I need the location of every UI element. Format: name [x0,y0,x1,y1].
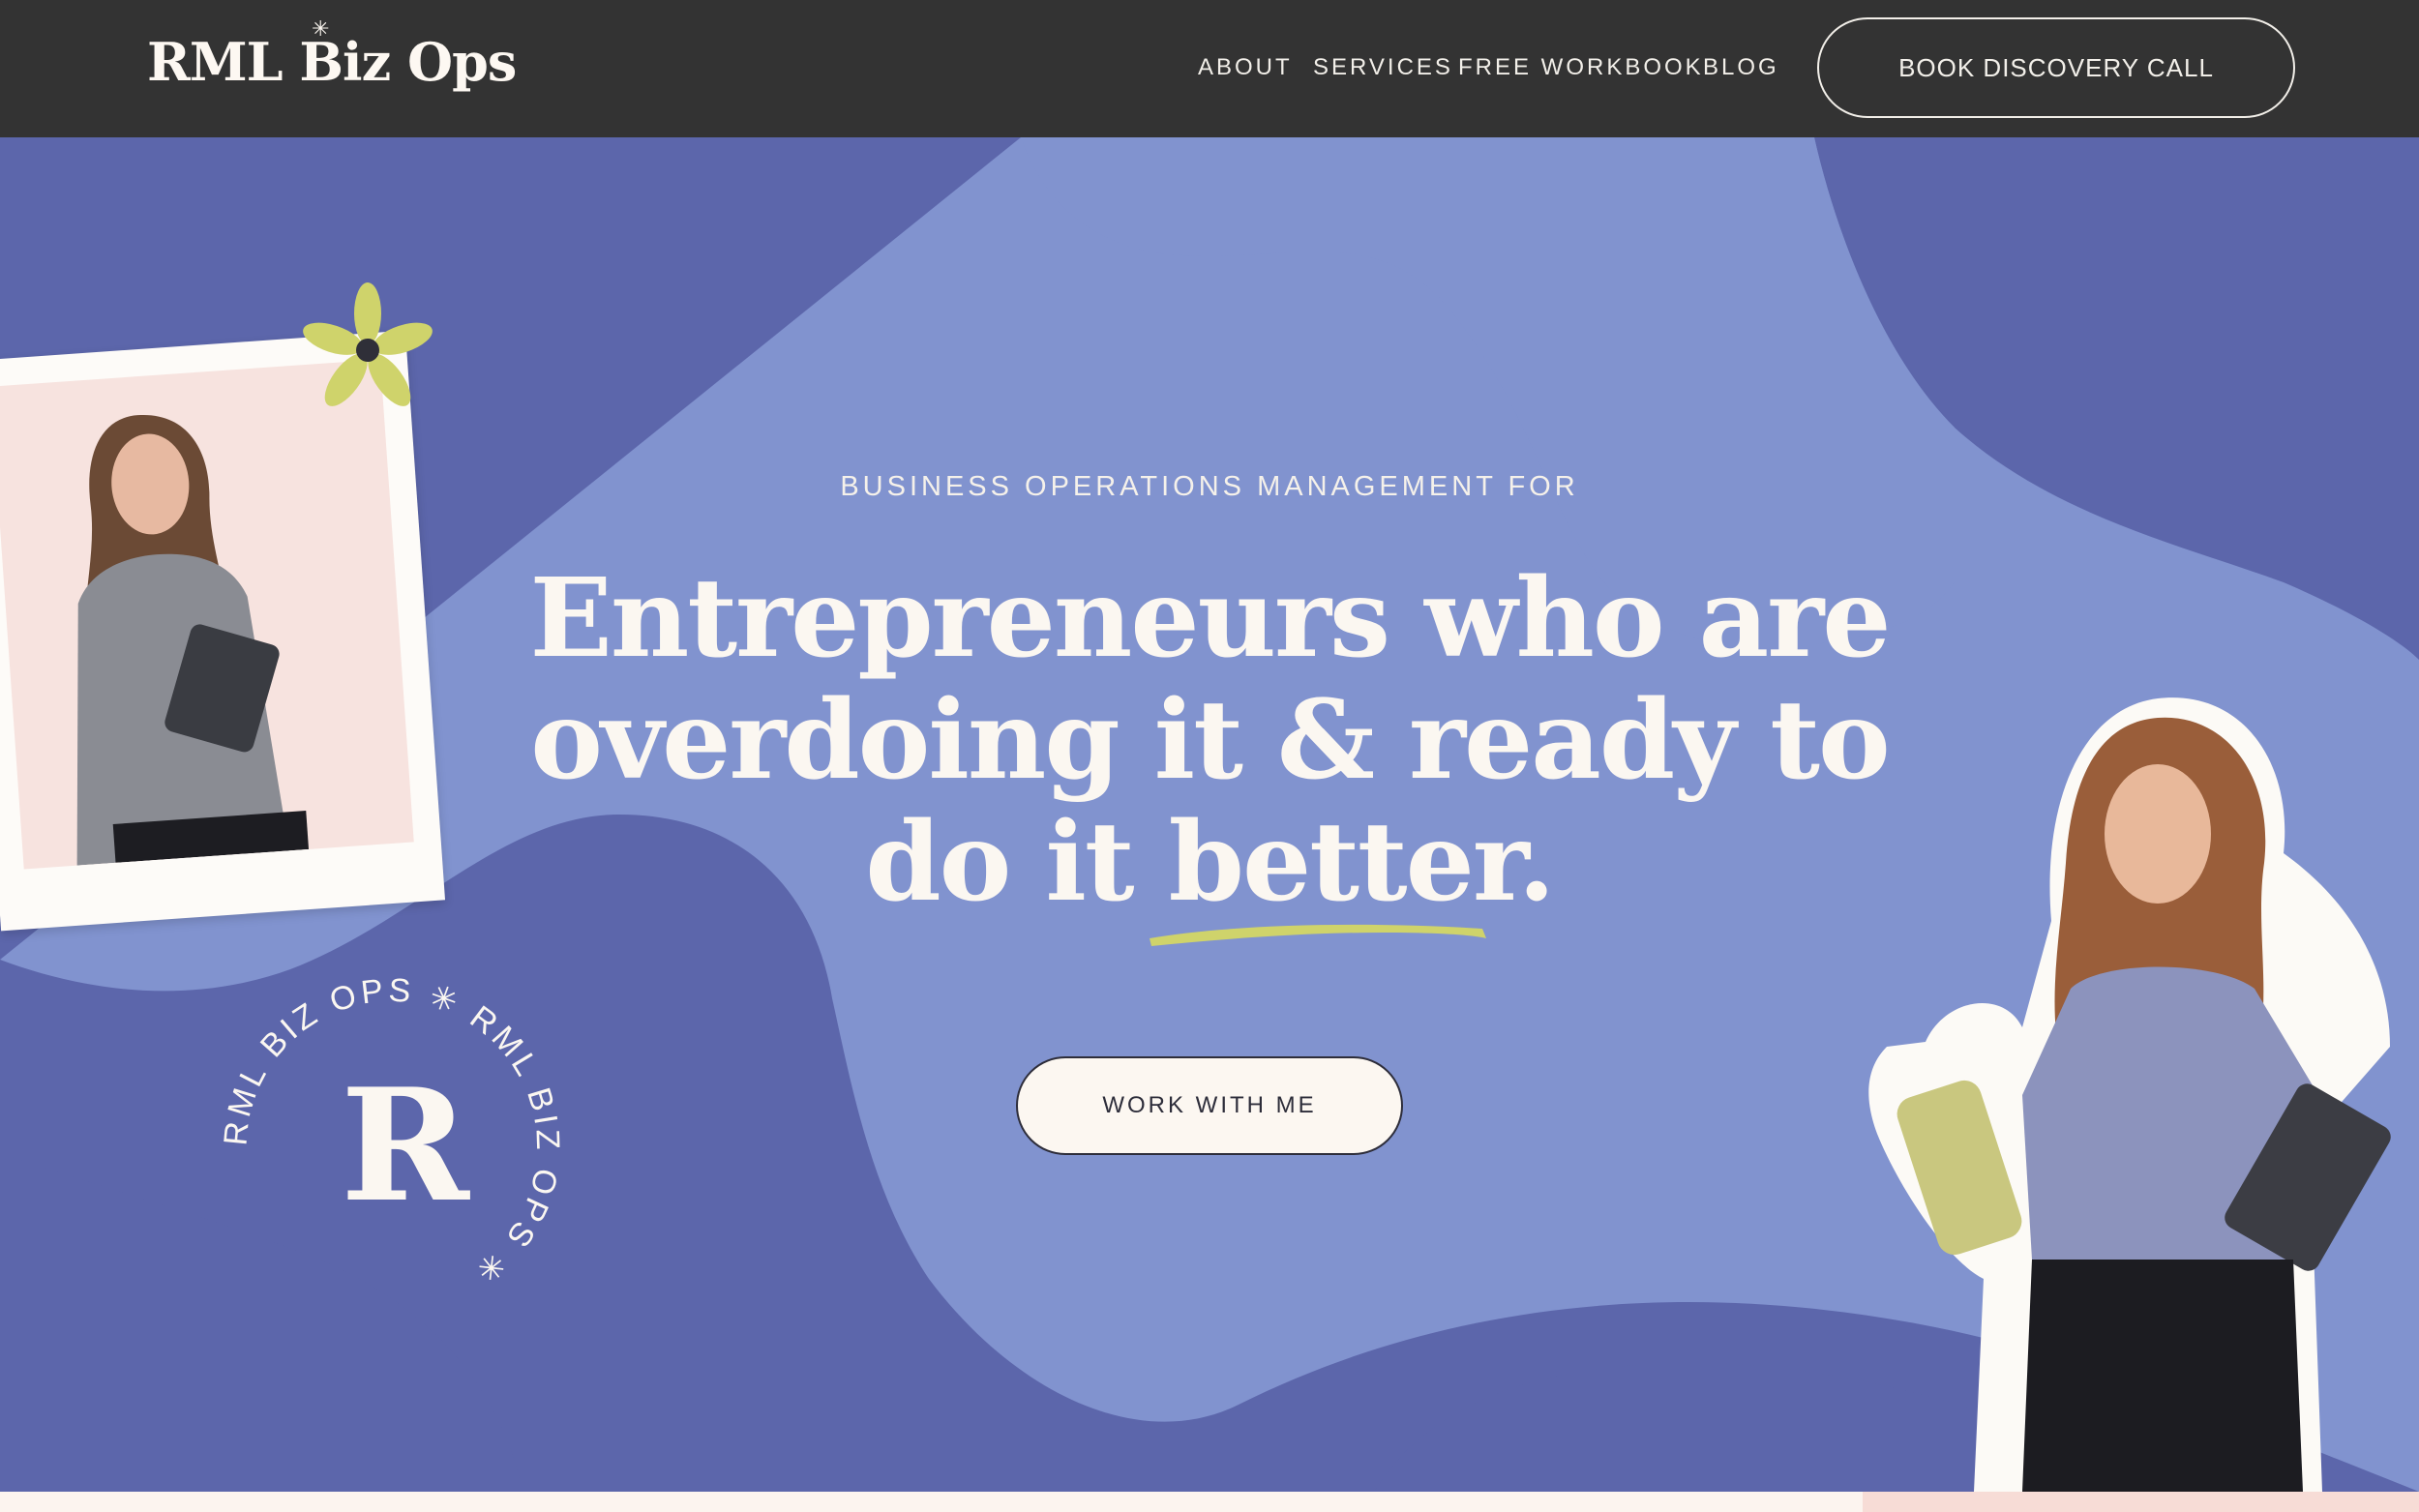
highlight-underline [1150,924,1486,946]
work-with-me-button[interactable]: WORK WITH ME [1016,1056,1403,1155]
hero-eyebrow: BUSINESS OPERATIONS MANAGEMENT FOR [840,471,1579,502]
nav-link-about[interactable]: ABOUT [1198,54,1293,81]
next-section-peek [0,1492,2419,1512]
nav-link-services[interactable]: SERVICES [1313,54,1453,81]
headline-line-3: do it better. [865,799,1555,926]
woman-with-tablet-image [76,415,310,866]
nav-link-blog[interactable]: BLOG [1703,54,1779,81]
flower-icon [303,282,433,406]
portrait-photo [0,359,414,870]
site-logo[interactable]: RML Biz Ops ✳ [147,17,517,93]
asterisk-icon: ✳ [312,17,329,42]
logo-text: RML Biz Ops [147,31,517,93]
headline-line-1: Entrepreneurs who are [529,555,1892,682]
portrait-photo-card [0,330,446,932]
headline-line-2: overdoing it & ready to [530,677,1890,804]
nav-link-free-workbook[interactable]: FREE WORKBOOK [1458,54,1704,81]
next-section-accent [1863,1492,2419,1512]
seal-letter: R [341,1054,469,1236]
hero-section: RML BIZ OPS ✳ RML BIZ OPS ✳ R BUSINESS O… [0,137,2419,1492]
woman-with-phone-image [1868,697,2391,1492]
hero-headline: Entrepreneurs who are overdoing it & rea… [387,558,2032,924]
book-discovery-call-button[interactable]: BOOK DISCOVERY CALL [1817,17,2295,118]
site-header: RML Biz Ops ✳ ABOUT SERVICES FREE WORKBO… [0,0,2419,137]
